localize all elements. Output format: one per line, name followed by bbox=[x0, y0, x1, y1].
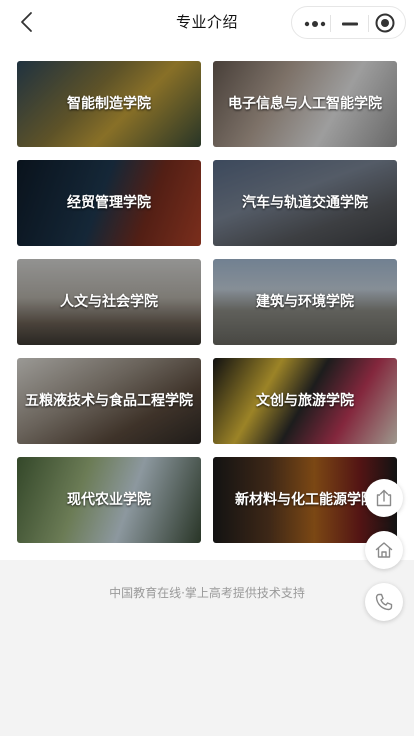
capsule-divider bbox=[330, 15, 331, 32]
college-name: 现代农业学院 bbox=[67, 492, 151, 508]
college-name: 建筑与环境学院 bbox=[256, 294, 354, 310]
college-card[interactable]: 智能制造学院 bbox=[17, 61, 201, 147]
college-name: 经贸管理学院 bbox=[67, 195, 151, 211]
home-button[interactable] bbox=[365, 531, 403, 569]
college-name: 智能制造学院 bbox=[67, 96, 151, 112]
college-name: 汽车与轨道交通学院 bbox=[242, 195, 368, 211]
share-button[interactable] bbox=[365, 479, 403, 517]
college-name: 文创与旅游学院 bbox=[256, 393, 354, 409]
page: 专业介绍 智能制造学院 电子信息与人工智能学院 经贸管理学院 汽车与轨道交通学院… bbox=[0, 0, 414, 736]
more-button[interactable] bbox=[304, 16, 326, 30]
close-button[interactable] bbox=[374, 12, 396, 34]
college-card[interactable]: 五粮液技术与食品工程学院 bbox=[17, 358, 201, 444]
phone-button[interactable] bbox=[365, 583, 403, 621]
footer-credit: 中国教育在线·掌上高考提供技术支持 bbox=[109, 586, 305, 600]
college-name: 五粮液技术与食品工程学院 bbox=[25, 393, 193, 409]
mini-program-capsule bbox=[291, 6, 406, 39]
home-icon bbox=[375, 542, 393, 558]
college-name: 电子信息与人工智能学院 bbox=[228, 96, 382, 112]
phone-icon bbox=[375, 593, 393, 611]
college-name: 人文与社会学院 bbox=[60, 294, 158, 310]
capsule-divider bbox=[368, 15, 369, 32]
more-dots-icon bbox=[304, 21, 326, 27]
college-card[interactable]: 人文与社会学院 bbox=[17, 259, 201, 345]
college-card[interactable]: 经贸管理学院 bbox=[17, 160, 201, 246]
college-card[interactable]: 现代农业学院 bbox=[17, 457, 201, 543]
college-card[interactable]: 汽车与轨道交通学院 bbox=[213, 160, 397, 246]
share-icon bbox=[376, 489, 392, 507]
target-icon bbox=[375, 13, 395, 33]
navbar: 专业介绍 bbox=[0, 0, 414, 44]
college-card[interactable]: 文创与旅游学院 bbox=[213, 358, 397, 444]
college-card[interactable]: 建筑与环境学院 bbox=[213, 259, 397, 345]
minimize-icon bbox=[342, 22, 358, 26]
minimize-button[interactable] bbox=[340, 16, 360, 30]
college-card[interactable]: 电子信息与人工智能学院 bbox=[213, 61, 397, 147]
